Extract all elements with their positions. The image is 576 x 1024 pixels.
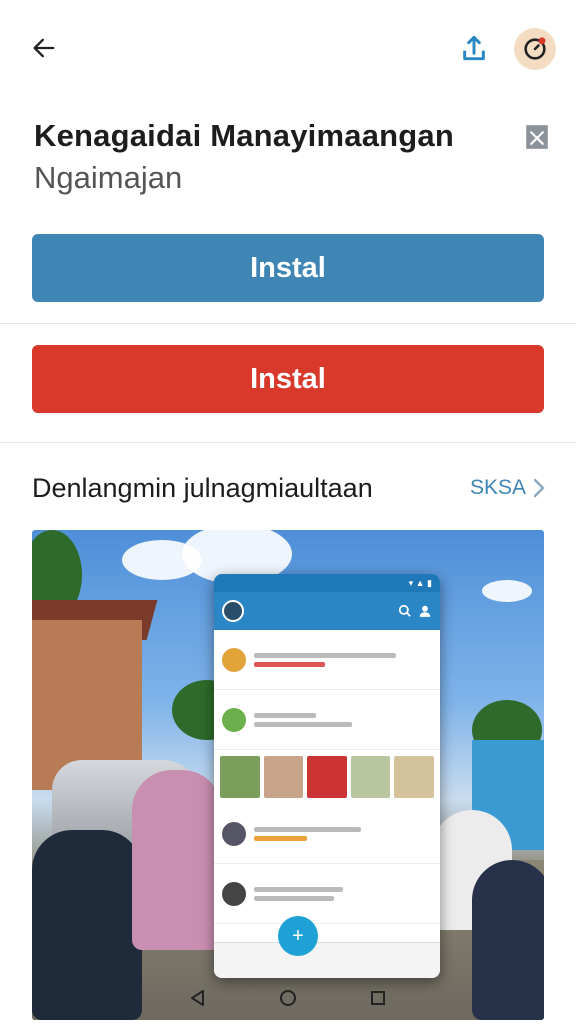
chevron-right-icon — [533, 478, 545, 498]
phone-fab-plus-icon: + — [278, 916, 318, 956]
phone-list-item — [214, 630, 440, 690]
phone-status-bar: ▾ ▲ ▮ — [214, 574, 440, 592]
app-title: Kenagaidai Manayimaangan — [34, 118, 454, 153]
divider — [0, 442, 576, 443]
nav-back-button[interactable] — [186, 986, 210, 1010]
phone-avatar — [222, 821, 246, 846]
account-avatar-button[interactable] — [514, 28, 556, 70]
person — [132, 770, 222, 950]
phone-thumbnail — [307, 756, 347, 798]
phone-thumbnail-strip — [214, 750, 440, 804]
section-link-label: SKSA — [470, 476, 527, 499]
bookmark-button[interactable] — [521, 120, 553, 154]
back-button[interactable] — [22, 28, 66, 68]
phone-thumbnail — [263, 756, 304, 798]
phone-app-logo — [222, 600, 244, 622]
avatar-icon — [524, 37, 546, 60]
phone-thumbnail — [394, 756, 434, 798]
search-icon — [398, 604, 411, 617]
cloud — [482, 580, 532, 602]
nav-home-icon — [280, 990, 296, 1006]
user-icon — [419, 605, 431, 617]
install-button-secondary[interactable]: Instal — [32, 345, 544, 413]
section-see-all-link[interactable]: SKSA — [470, 476, 546, 500]
phone-list-item — [214, 690, 440, 750]
bookmark-icon — [526, 125, 548, 149]
phone-thumbnail — [350, 756, 391, 798]
app-screenshot-preview[interactable]: ▾ ▲ ▮ + — [32, 530, 544, 1020]
phone-thumbnail — [220, 756, 260, 798]
install-button-primary[interactable]: Instal — [32, 234, 544, 302]
phone-avatar — [222, 881, 246, 906]
phone-avatar — [222, 707, 246, 732]
phone-mockup: ▾ ▲ ▮ + — [214, 574, 440, 978]
top-app-bar — [0, 0, 576, 96]
divider — [0, 323, 576, 324]
nav-recents-icon — [371, 991, 385, 1005]
share-icon — [463, 35, 485, 61]
app-subtitle: Ngaimajan — [34, 160, 183, 195]
phone-list-item — [214, 804, 440, 864]
system-navigation-bar — [0, 972, 576, 1024]
phone-avatar — [222, 647, 246, 672]
arrow-left-icon — [33, 38, 55, 58]
nav-back-icon — [191, 990, 204, 1006]
nav-recents-button[interactable] — [366, 986, 390, 1010]
section-title: Denlangmin julnagmiaultaan — [32, 473, 373, 503]
phone-app-bar — [214, 592, 440, 630]
share-button[interactable] — [452, 26, 496, 70]
phone-list-item — [214, 864, 440, 924]
nav-home-button[interactable] — [276, 986, 300, 1010]
